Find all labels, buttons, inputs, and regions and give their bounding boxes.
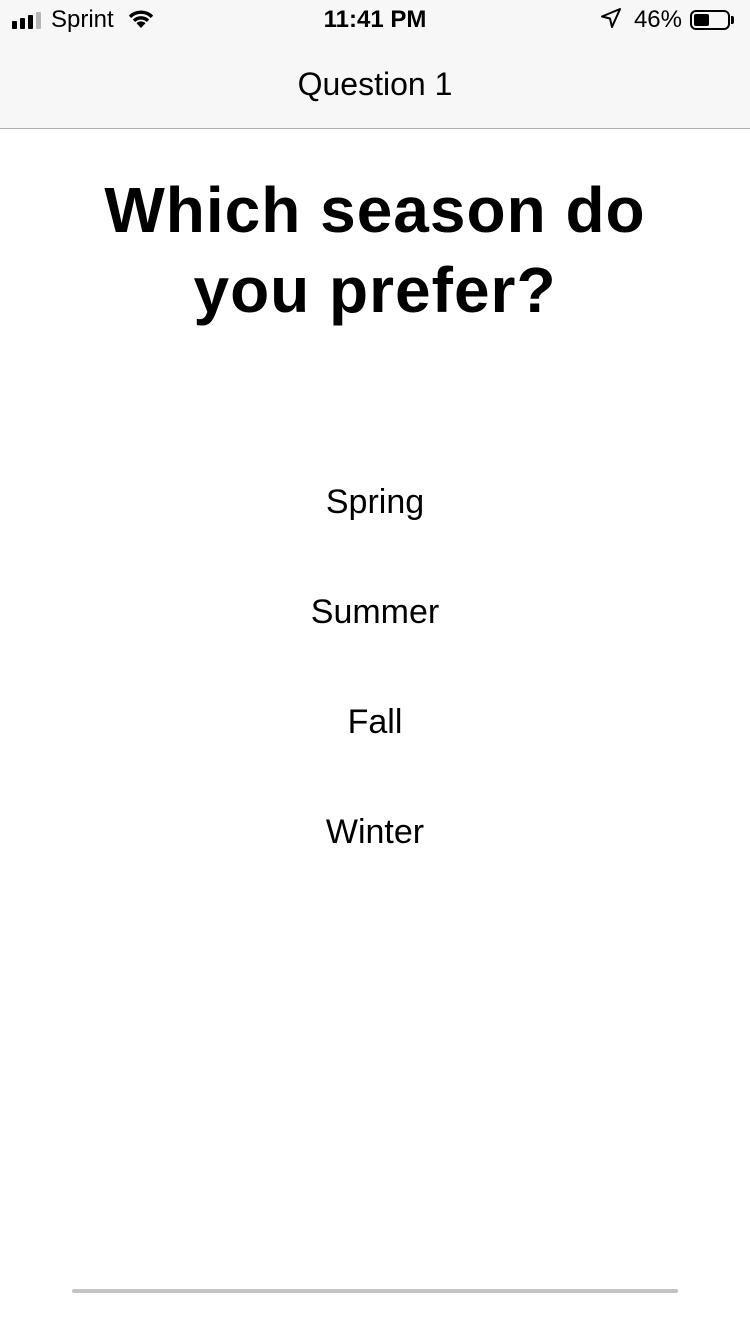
navigation-bar: Question 1 <box>0 40 750 129</box>
battery-cap <box>731 16 734 24</box>
status-bar: Sprint 11:41 PM 46% <box>0 0 750 40</box>
battery-fill <box>694 14 709 26</box>
quiz-screen: Sprint 11:41 PM 46% Question 1 Which sea… <box>0 0 750 1334</box>
battery-icon <box>690 10 730 30</box>
question-title: Which season do you prefer? <box>104 174 646 326</box>
option-summer[interactable]: Summer <box>225 580 525 690</box>
option-fall[interactable]: Fall <box>225 690 525 800</box>
status-bar-right: 46% <box>600 6 734 34</box>
location-arrow-icon <box>600 7 622 34</box>
battery-percent: 46% <box>633 6 682 33</box>
option-spring[interactable]: Spring <box>225 470 525 580</box>
answer-options: Spring Summer Fall Winter <box>0 470 750 910</box>
home-indicator[interactable] <box>72 1289 678 1293</box>
nav-title: Question 1 <box>297 66 453 102</box>
option-winter[interactable]: Winter <box>225 800 525 910</box>
